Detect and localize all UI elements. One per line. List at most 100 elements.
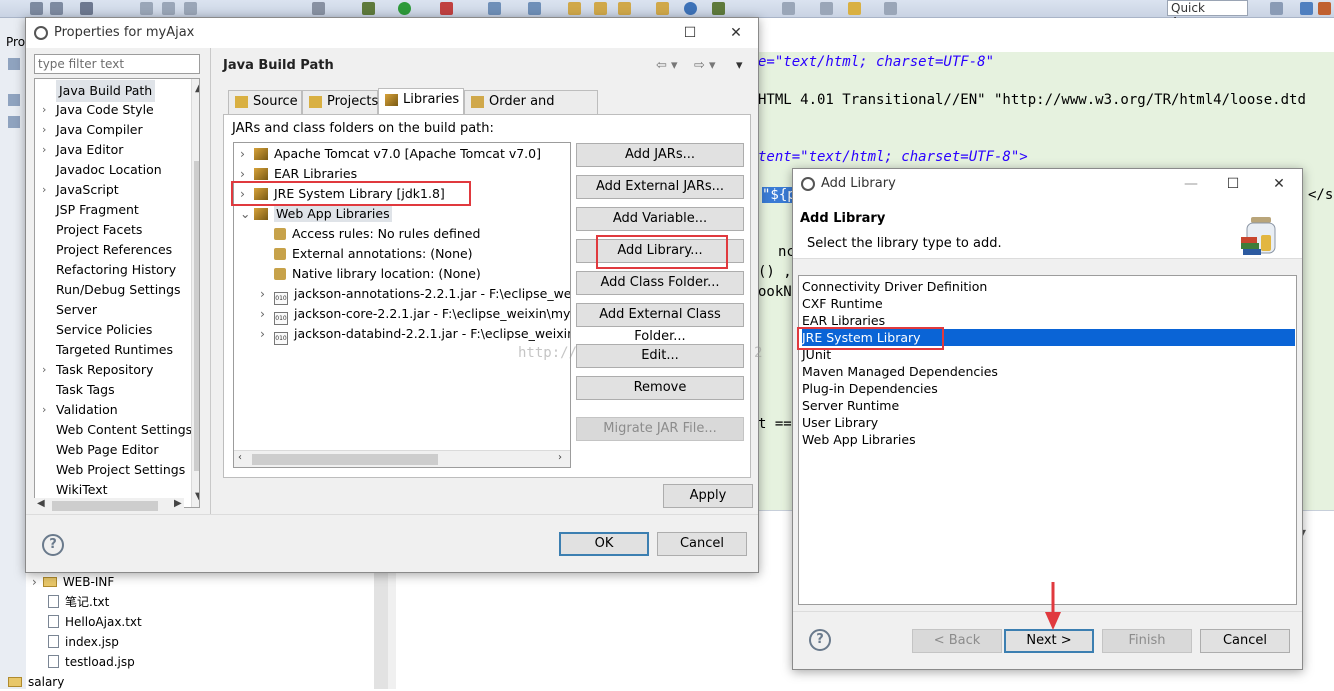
filter-input[interactable]: type filter text bbox=[34, 54, 200, 74]
globe-icon[interactable] bbox=[684, 2, 697, 15]
chevron-right-icon[interactable]: › bbox=[42, 140, 46, 160]
scroll-thumb[interactable] bbox=[194, 161, 199, 471]
next-button[interactable]: Next > bbox=[1004, 629, 1094, 653]
build-path-entry[interactable]: › 010 jackson-databind-2.2.1.jar - F:\ecli… bbox=[260, 324, 570, 345]
add-variable-button[interactable]: Add Variable... bbox=[576, 207, 744, 231]
tree-item-file[interactable]: 笔记.txt bbox=[48, 593, 109, 611]
remove-button[interactable]: Remove bbox=[576, 376, 744, 400]
outline-icon[interactable] bbox=[8, 116, 20, 128]
terminate-icon[interactable] bbox=[184, 2, 197, 15]
new-server-icon[interactable] bbox=[312, 2, 325, 15]
migrate-jar-button[interactable]: Migrate JAR File... bbox=[576, 417, 744, 441]
add-class-folder-button[interactable]: Add Class Folder... bbox=[576, 271, 744, 295]
edit-button[interactable]: Edit... bbox=[576, 344, 744, 368]
tab-projects[interactable]: Projects bbox=[302, 90, 378, 114]
maximize-icon[interactable]: ☐ bbox=[680, 23, 700, 43]
library-type-item[interactable]: Connectivity Driver Definition bbox=[802, 278, 1295, 295]
skip-breakpoints-icon[interactable] bbox=[140, 2, 153, 15]
tree-item-file[interactable]: testload.jsp bbox=[48, 653, 135, 671]
nav-horizontal-scrollbar[interactable]: ◀ ▶ bbox=[34, 498, 184, 514]
tree-item-salary[interactable]: salary bbox=[8, 673, 64, 691]
tree-item-file[interactable]: index.jsp bbox=[48, 633, 119, 651]
save-icon[interactable] bbox=[30, 2, 43, 15]
scroll-up-icon[interactable]: ▲ bbox=[195, 83, 199, 94]
tree-horizontal-scrollbar[interactable]: ‹ › bbox=[234, 450, 570, 467]
add-external-jars-button[interactable]: Add External JARs... bbox=[576, 175, 744, 199]
sash[interactable] bbox=[388, 572, 396, 689]
close-icon[interactable]: ✕ bbox=[1269, 174, 1289, 194]
chevron-right-icon[interactable]: › bbox=[32, 575, 37, 589]
search-icon[interactable] bbox=[618, 2, 631, 15]
chevron-right-icon[interactable]: › bbox=[240, 144, 254, 164]
cancel-button[interactable]: Cancel bbox=[657, 532, 747, 556]
tab-libraries[interactable]: Libraries bbox=[378, 88, 464, 114]
build-path-entry[interactable]: External annotations: (None) bbox=[260, 244, 473, 264]
close-icon[interactable]: ✕ bbox=[726, 23, 746, 43]
back-nav-icon[interactable] bbox=[820, 2, 833, 15]
scroll-right-icon[interactable]: ▶ bbox=[174, 498, 182, 509]
open-type-icon[interactable] bbox=[568, 2, 581, 15]
chevron-right-icon[interactable]: › bbox=[42, 120, 46, 140]
new-class-icon[interactable] bbox=[528, 2, 541, 15]
nav-vertical-scrollbar[interactable]: ▲ ▼ bbox=[191, 79, 199, 507]
build-path-entry[interactable]: › Apache Tomcat v7.0 [Apache Tomcat v7.0] bbox=[240, 144, 541, 164]
library-type-item[interactable]: User Library bbox=[802, 414, 1295, 431]
quick-access-field[interactable]: Quick Access bbox=[1167, 0, 1248, 29]
java-perspective-icon[interactable] bbox=[1318, 2, 1331, 15]
finish-button[interactable]: Finish bbox=[1102, 629, 1192, 653]
tab-source[interactable]: Source bbox=[228, 90, 302, 114]
view-menu-icon[interactable]: ▾ bbox=[736, 58, 743, 73]
apply-button[interactable]: Apply bbox=[663, 484, 753, 508]
chevron-right-icon[interactable]: › bbox=[260, 284, 274, 304]
add-jars-button[interactable]: Add JARs... bbox=[576, 143, 744, 167]
scroll-right-icon[interactable]: › bbox=[558, 452, 562, 463]
debug-icon[interactable] bbox=[362, 2, 375, 15]
back-icon[interactable]: ⇦ ▾ bbox=[656, 58, 678, 73]
chevron-down-icon[interactable]: ⌄ bbox=[240, 204, 254, 224]
scroll-down-icon[interactable]: ▼ bbox=[195, 491, 199, 502]
cancel-button[interactable]: Cancel bbox=[1200, 629, 1290, 653]
build-path-entry[interactable]: › 010 jackson-annotations-2.2.1.jar - F:\e… bbox=[260, 284, 570, 305]
library-type-item[interactable]: Server Runtime bbox=[802, 397, 1295, 414]
tree-item-file[interactable]: HelloAjax.txt bbox=[48, 613, 142, 631]
library-type-item[interactable]: CXF Runtime bbox=[802, 295, 1295, 312]
suspend-icon[interactable] bbox=[162, 2, 175, 15]
ok-button[interactable]: OK bbox=[559, 532, 649, 556]
library-type-item[interactable]: Plug-in Dependencies bbox=[802, 380, 1295, 397]
chevron-right-icon[interactable]: › bbox=[260, 304, 274, 324]
print-icon[interactable] bbox=[80, 2, 93, 15]
open-folder-icon[interactable] bbox=[656, 2, 669, 15]
add-external-class-folder-button[interactable]: Add External Class Folder... bbox=[576, 303, 744, 344]
external-tools-icon[interactable] bbox=[440, 2, 453, 15]
project-icon[interactable] bbox=[8, 94, 20, 106]
package-explorer-icon[interactable] bbox=[8, 58, 20, 70]
scroll-thumb[interactable] bbox=[252, 454, 438, 465]
chevron-right-icon[interactable]: › bbox=[42, 400, 46, 420]
forward-arrow-icon[interactable] bbox=[884, 2, 897, 15]
back-arrow-icon[interactable] bbox=[848, 2, 861, 15]
run-icon[interactable] bbox=[398, 2, 411, 15]
tab-order-and-export[interactable]: Order and Export bbox=[464, 90, 598, 131]
library-type-item[interactable]: Maven Managed Dependencies bbox=[802, 363, 1295, 380]
build-path-entry[interactable]: › 010 jackson-core-2.2.1.jar - F:\eclipse_… bbox=[260, 304, 570, 325]
chevron-right-icon[interactable]: › bbox=[42, 100, 46, 120]
open-perspective-icon[interactable] bbox=[1270, 2, 1283, 15]
forward-icon[interactable]: ⇨ ▾ bbox=[694, 58, 716, 73]
build-path-entry[interactable]: ⌄ Web App Libraries bbox=[240, 204, 392, 224]
new-java-project-icon[interactable] bbox=[488, 2, 501, 15]
help-icon[interactable]: ? bbox=[42, 534, 64, 556]
scroll-left-icon[interactable]: ◀ bbox=[37, 498, 45, 509]
annotation-icon[interactable] bbox=[712, 2, 725, 15]
explorer-scrollbar[interactable] bbox=[374, 572, 388, 689]
minimize-icon[interactable]: — bbox=[1181, 174, 1201, 194]
back-button[interactable]: < Back bbox=[912, 629, 1002, 653]
javaee-perspective-icon[interactable] bbox=[1300, 2, 1313, 15]
tree-item-web-inf[interactable]: › WEB-INF bbox=[32, 573, 114, 591]
pin-editor-icon[interactable] bbox=[782, 2, 795, 15]
chevron-right-icon[interactable]: › bbox=[42, 360, 46, 380]
scroll-thumb[interactable] bbox=[52, 501, 158, 511]
save-all-icon[interactable] bbox=[50, 2, 63, 15]
chevron-right-icon[interactable]: › bbox=[42, 180, 46, 200]
maximize-icon[interactable]: ☐ bbox=[1223, 174, 1243, 194]
scroll-left-icon[interactable]: ‹ bbox=[238, 452, 242, 463]
